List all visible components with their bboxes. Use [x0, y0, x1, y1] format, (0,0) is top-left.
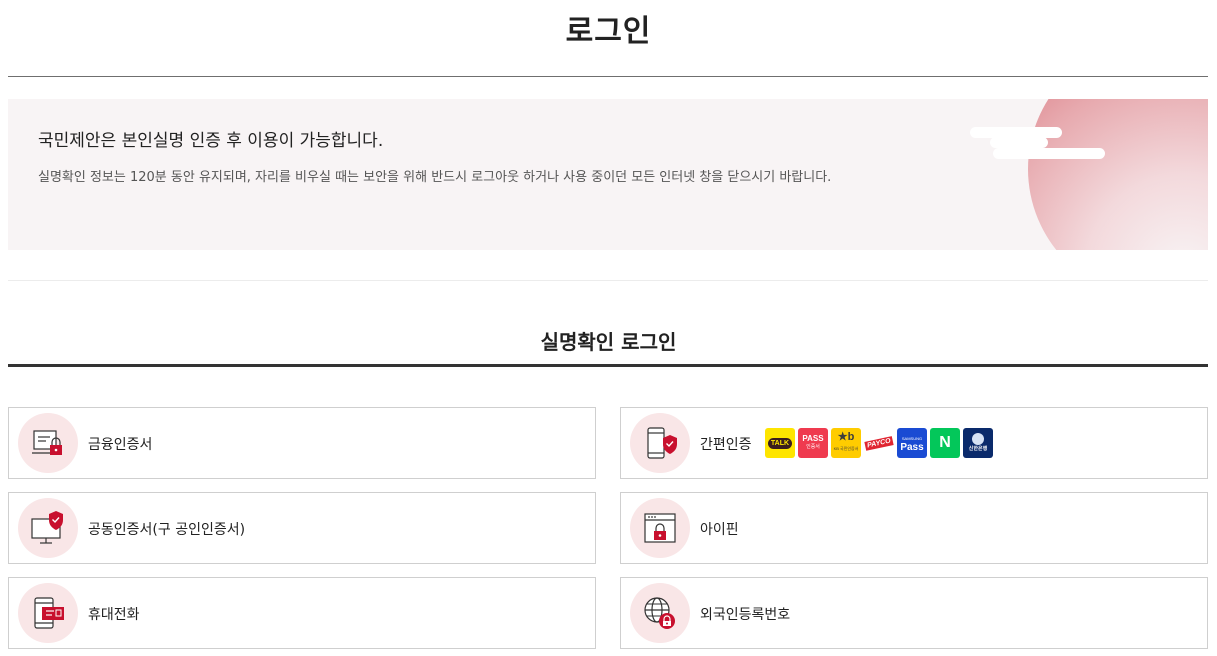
kb-provider-icon[interactable]: ★b KB 국민인증서 [831, 428, 861, 458]
login-method-label: 간편인증 [700, 437, 752, 453]
login-simple-auth-button[interactable]: 간편인증 TALK PASS 인증서 ★b KB 국민인증서 PAYCO SAMSU… [620, 407, 1208, 479]
notice-heading: 국민제안은 본인실명 인증 후 이용이 가능합니다. [38, 131, 384, 151]
title-divider [8, 76, 1208, 77]
provider-text: PASS [802, 434, 824, 443]
login-method-label: 아이핀 [700, 522, 739, 538]
certificate-lock-icon [32, 430, 62, 455]
globe-lock-icon [644, 597, 675, 629]
login-method-label: 휴대전화 [88, 607, 140, 623]
login-ipin-button[interactable]: 아이핀 [620, 492, 1208, 564]
page-title: 로그인 [565, 14, 652, 49]
login-mobile-phone-button[interactable]: 휴대전화 [8, 577, 596, 649]
icon-circle [630, 498, 690, 558]
provider-text: ★b [837, 431, 855, 443]
samsung-pass-provider-icon[interactable]: SAMSUNG Pass [897, 428, 927, 458]
monitor-shield-icon [31, 511, 63, 544]
section-title-underline [8, 364, 1208, 367]
section-divider [8, 280, 1208, 281]
provider-subtext: 인증서 [806, 444, 820, 450]
notice-banner: 국민제안은 본인실명 인증 후 이용이 가능합니다. 실명확인 정보는 120분… [8, 99, 1208, 250]
payco-provider-icon[interactable]: PAYCO [864, 428, 894, 458]
login-method-label: 공동인증서(구 공인인증서) [88, 522, 246, 538]
sun-decoration [1028, 99, 1208, 250]
provider-text: PAYCO [864, 435, 894, 451]
provider-text: TALK [767, 437, 793, 449]
icon-circle [18, 498, 78, 558]
provider-subtext: KB 국민인증서 [833, 446, 859, 451]
cloud-decoration [993, 148, 1105, 159]
shinhan-logo-icon [972, 433, 984, 445]
notice-text: 실명확인 정보는 120분 동안 유지되며, 자리를 비우실 때는 보안을 위해… [38, 170, 832, 185]
simple-auth-provider-list: TALK PASS 인증서 ★b KB 국민인증서 PAYCO SAMSUNG Pas… [765, 428, 993, 458]
login-joint-certificate-button[interactable]: 공동인증서(구 공인인증서) [8, 492, 596, 564]
icon-circle [18, 413, 78, 473]
icon-circle [18, 583, 78, 643]
mobile-shield-icon [647, 427, 677, 459]
login-foreigner-registration-button[interactable]: 외국인등록번호 [620, 577, 1208, 649]
pass-provider-icon[interactable]: PASS 인증서 [798, 428, 828, 458]
mobile-card-icon [34, 597, 64, 629]
naver-provider-icon[interactable]: N [930, 428, 960, 458]
provider-text: Pass [900, 442, 924, 453]
cloud-decoration [990, 137, 1048, 148]
provider-text: N [939, 434, 951, 451]
shinhan-provider-icon[interactable]: 신한은행 [963, 428, 993, 458]
icon-circle [630, 583, 690, 643]
login-method-label: 금융인증서 [88, 437, 153, 453]
section-title: 실명확인 로그인 [540, 330, 677, 354]
icon-circle [630, 413, 690, 473]
login-financial-certificate-button[interactable]: 금융인증서 [8, 407, 596, 479]
provider-text: 신한은행 [968, 446, 988, 452]
browser-lock-icon [644, 513, 676, 543]
login-method-label: 외국인등록번호 [700, 607, 791, 623]
kakao-provider-icon[interactable]: TALK [765, 428, 795, 458]
